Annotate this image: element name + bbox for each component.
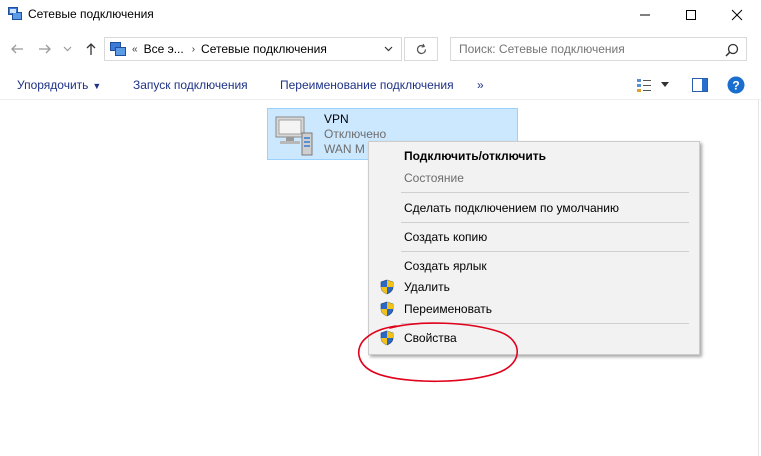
menu-item-label: Состояние: [404, 171, 464, 185]
uac-shield-icon: [380, 279, 394, 295]
svg-text:?: ?: [732, 79, 739, 93]
menu-item-label: Создать ярлык: [404, 259, 487, 273]
up-arrow-icon: [86, 43, 96, 55]
menu-item-label: Создать копию: [404, 230, 488, 244]
maximize-icon: [686, 10, 696, 20]
window-title: Сетевые подключения: [28, 7, 154, 21]
breadcrumb-segment-all[interactable]: Все э...: [144, 42, 184, 56]
menu-item-rename[interactable]: Переименовать: [369, 298, 699, 320]
command-bar: Упорядочить ▼ Запуск подключения Переимен…: [0, 70, 761, 100]
menu-separator: [401, 192, 689, 193]
menu-item-set-default[interactable]: Сделать подключением по умолчанию: [369, 197, 699, 219]
organize-label: Упорядочить: [17, 78, 89, 92]
network-computer-icon: [275, 116, 313, 156]
preview-pane-icon[interactable]: [692, 78, 708, 92]
search-icon[interactable]: [724, 42, 740, 58]
view-options-dropdown[interactable]: [661, 79, 669, 89]
caret-down-icon: [661, 82, 669, 87]
chevron-down-icon: [384, 46, 393, 52]
forward-arrow-icon: [39, 44, 51, 54]
search-box[interactable]: [450, 37, 747, 61]
window-edge: [758, 100, 759, 456]
organize-button[interactable]: Упорядочить ▼: [17, 78, 101, 92]
menu-separator: [401, 251, 689, 252]
caret-down-icon: ▼: [92, 81, 102, 91]
title-bar: Сетевые подключения: [0, 0, 761, 30]
uac-shield-icon: [380, 301, 394, 317]
minimize-icon: [640, 14, 650, 16]
network-connections-icon: [110, 42, 126, 56]
recent-locations-button[interactable]: [60, 40, 74, 58]
menu-item-properties[interactable]: Свойства: [369, 327, 699, 349]
rename-connection-button[interactable]: Переименование подключения: [280, 78, 454, 92]
close-icon: [731, 9, 743, 21]
connection-name: VPN: [324, 112, 349, 126]
help-icon[interactable]: ?: [727, 76, 745, 94]
menu-item-create-copy[interactable]: Создать копию: [369, 226, 699, 248]
minimize-button[interactable]: [622, 0, 668, 30]
context-menu: Подключить/отключить Состояние Сделать п…: [368, 141, 700, 355]
network-connections-icon: [8, 7, 22, 20]
menu-item-label: Удалить: [404, 280, 450, 294]
menu-item-delete[interactable]: Удалить: [369, 276, 699, 298]
address-dropdown-button[interactable]: [384, 44, 393, 54]
menu-item-label: Свойства: [404, 331, 457, 345]
menu-separator: [401, 323, 689, 324]
connection-device: WAN Mi: [324, 142, 364, 156]
navigation-bar: « Все э... › Сетевые подключения: [0, 32, 761, 66]
menu-item-label: Сделать подключением по умолчанию: [404, 201, 620, 215]
menu-item-status: Состояние: [369, 167, 699, 189]
back-button[interactable]: [8, 40, 26, 58]
address-bar[interactable]: « Все э... › Сетевые подключения: [104, 37, 402, 61]
refresh-button[interactable]: [404, 37, 438, 61]
menu-separator: [401, 222, 689, 223]
refresh-icon: [416, 43, 426, 54]
chevron-down-icon: [63, 46, 71, 52]
change-view-icon[interactable]: [636, 77, 652, 93]
chevron-right-icon[interactable]: ›: [192, 44, 195, 55]
menu-item-label: Переименовать: [404, 302, 492, 316]
menu-item-label: Подключить/отключить: [404, 149, 546, 163]
search-input[interactable]: [459, 42, 714, 56]
address-overflow-chevron[interactable]: «: [132, 44, 138, 55]
menu-item-create-shortcut[interactable]: Создать ярлык: [369, 255, 699, 277]
breadcrumb-segment-current[interactable]: Сетевые подключения: [201, 42, 327, 56]
connection-status: Отключено: [324, 127, 387, 141]
back-arrow-icon: [11, 44, 23, 54]
more-commands-button[interactable]: »: [477, 78, 484, 92]
menu-item-connect-disconnect[interactable]: Подключить/отключить: [369, 145, 699, 167]
uac-shield-icon: [380, 330, 394, 346]
forward-button[interactable]: [36, 40, 54, 58]
close-button[interactable]: [714, 0, 760, 30]
up-button[interactable]: [82, 40, 100, 58]
maximize-button[interactable]: [668, 0, 714, 30]
start-connection-button[interactable]: Запуск подключения: [133, 78, 248, 92]
